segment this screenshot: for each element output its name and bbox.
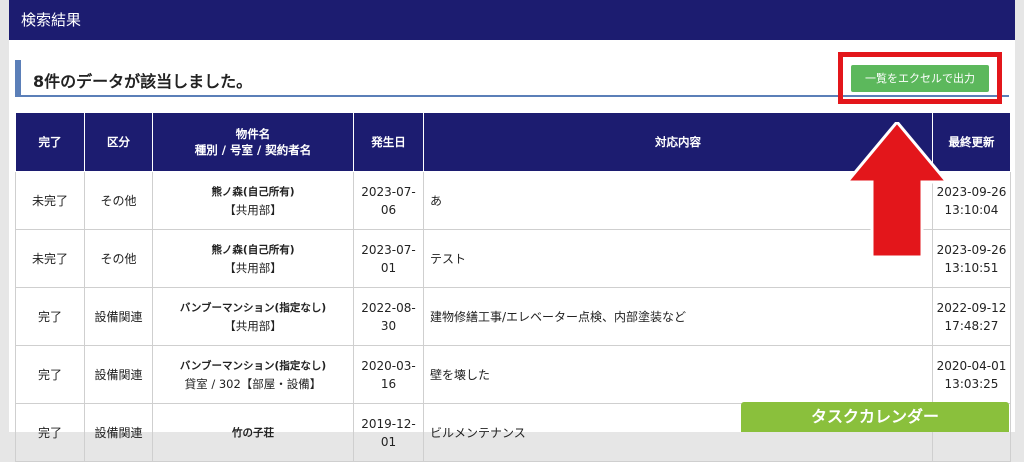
cell-content: 建物修繕工事/エレベーター点検、内部塗装など [423, 287, 933, 346]
column-header-updated[interactable]: 最終更新 [932, 112, 1011, 172]
cell-property: 熊ノ森(自己所有) 【共用部】 [152, 171, 354, 230]
property-name: 熊ノ森(自己所有) [211, 243, 295, 256]
property-name: 熊ノ森(自己所有) [211, 185, 295, 198]
cell-status: 完了 [15, 345, 85, 404]
cell-date: 2023-07-06 [353, 171, 424, 230]
table-row[interactable]: 完了 設備関連 バンブーマンション(指定なし) 貸室 / 302【部屋・設備】 … [15, 345, 1011, 404]
cell-updated: 2023-09-26 13:10:51 [932, 229, 1011, 288]
updated-time: 13:10:04 [944, 202, 999, 217]
cell-updated: 2022-09-12 17:48:27 [932, 287, 1011, 346]
page-title: 検索結果 [21, 11, 82, 29]
updated-time: 17:48:27 [944, 318, 999, 333]
updated-date: 2020-04-01 [936, 358, 1007, 373]
task-calendar-button[interactable]: タスクカレンダー [741, 402, 1009, 432]
updated-date: 2023-09-26 [936, 184, 1007, 199]
cell-property: 竹の子荘 [152, 403, 354, 462]
page-header: 検索結果 [9, 0, 1015, 40]
cell-category: 設備関連 [84, 287, 153, 346]
column-header-date[interactable]: 発生日 [353, 112, 424, 172]
column-header-status[interactable]: 完了 [15, 112, 85, 172]
column-header-content[interactable]: 対応内容 [423, 112, 933, 172]
property-unit: 貸室 / 302【部屋・設備】 [184, 376, 322, 391]
cell-property: バンブーマンション(指定なし) 貸室 / 302【部屋・設備】 [152, 345, 354, 404]
column-header-category[interactable]: 区分 [84, 112, 153, 172]
table-row[interactable]: 完了 設備関連 バンブーマンション(指定なし) 【共用部】 2022-08-30… [15, 287, 1011, 346]
cell-updated: 2020-04-01 13:03:25 [932, 345, 1011, 404]
table-row[interactable]: 未完了 その他 熊ノ森(自己所有) 【共用部】 2023-07-01 テスト 2… [15, 229, 1011, 288]
cell-status: 未完了 [15, 171, 85, 230]
cell-status: 未完了 [15, 229, 85, 288]
table-row[interactable]: 未完了 その他 熊ノ森(自己所有) 【共用部】 2023-07-06 あ 202… [15, 171, 1011, 230]
cell-content: あ [423, 171, 933, 230]
updated-date: 2023-09-26 [936, 242, 1007, 257]
updated-time: 13:03:25 [944, 376, 999, 391]
page-gutter [1015, 0, 1024, 432]
cell-category: その他 [84, 229, 153, 288]
updated-date: 2022-09-12 [936, 300, 1007, 315]
column-header-property-line1: 物件名 [235, 127, 271, 141]
property-name: 竹の子荘 [232, 426, 274, 439]
cell-content: テスト [423, 229, 933, 288]
cell-date: 2020-03-16 [353, 345, 424, 404]
property-unit: 【共用部】 [224, 318, 282, 333]
cell-status: 完了 [15, 287, 85, 346]
updated-time: 13:10:51 [944, 260, 999, 275]
cell-category: 設備関連 [84, 403, 153, 462]
property-name: バンブーマンション(指定なし) [179, 301, 327, 314]
export-excel-button[interactable]: 一覧をエクセルで出力 [851, 65, 989, 92]
cell-updated: 2023-09-26 13:10:04 [932, 171, 1011, 230]
cell-property: バンブーマンション(指定なし) 【共用部】 [152, 287, 354, 346]
cell-date: 2022-08-30 [353, 287, 424, 346]
cell-date: 2023-07-01 [353, 229, 424, 288]
column-header-property[interactable]: 物件名 種別 / 号室 / 契約者名 [152, 112, 354, 172]
cell-property: 熊ノ森(自己所有) 【共用部】 [152, 229, 354, 288]
result-count-text: 8件のデータが該当しました。 [33, 72, 253, 91]
table-header-row: 完了 区分 物件名 種別 / 号室 / 契約者名 発生日 対応内容 最終更新 [15, 112, 1011, 172]
property-name: バンブーマンション(指定なし) [179, 359, 327, 372]
property-unit: 【共用部】 [224, 260, 282, 275]
property-unit: 【共用部】 [224, 202, 282, 217]
cell-category: 設備関連 [84, 345, 153, 404]
cell-content: 壁を壊した [423, 345, 933, 404]
column-header-property-line2: 種別 / 号室 / 契約者名 [194, 143, 312, 157]
cell-date: 2019-12-01 [353, 403, 424, 462]
cell-status: 完了 [15, 403, 85, 462]
cell-category: その他 [84, 171, 153, 230]
